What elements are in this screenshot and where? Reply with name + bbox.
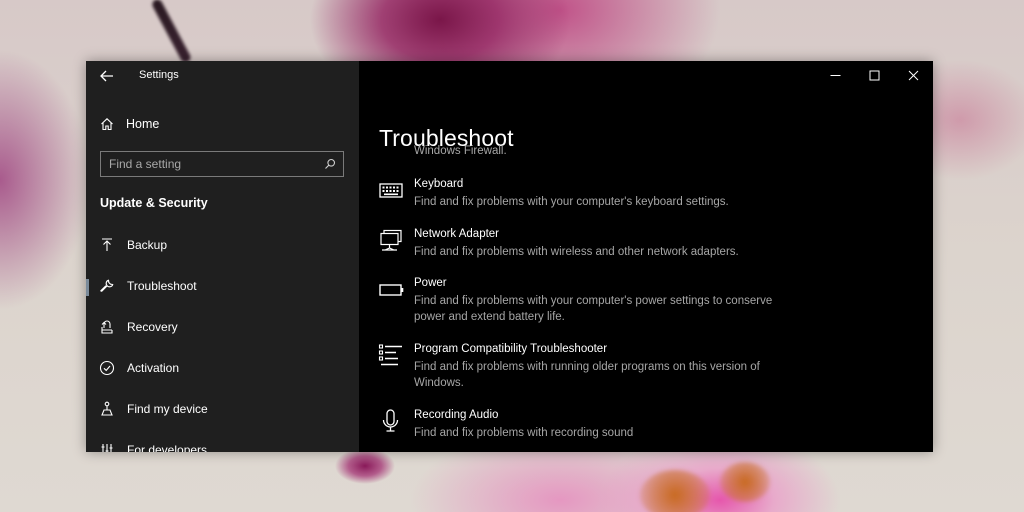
sidebar-nav: Backup Troubleshoot Recovery Activation … (86, 225, 359, 452)
sidebar-item-troubleshoot[interactable]: Troubleshoot (86, 266, 359, 307)
sidebar-item-for-developers[interactable]: For developers (86, 430, 359, 452)
close-button[interactable] (894, 61, 933, 91)
troubleshooter-description: Find and fix problems with your computer… (414, 196, 729, 208)
window-title: Settings (139, 69, 179, 81)
sidebar-item-label: Troubleshoot (127, 279, 197, 293)
sidebar-item-backup[interactable]: Backup (86, 225, 359, 266)
back-arrow-icon (100, 70, 113, 82)
sidebar-item-activation[interactable]: Activation (86, 348, 359, 389)
troubleshooter-recording-audio[interactable]: Recording Audio Find and fix problems wi… (359, 406, 933, 452)
troubleshooter-name: Program Compatibility Troubleshooter (414, 343, 608, 355)
troubleshooter-power[interactable]: Power Find and fix problems with your co… (359, 274, 933, 336)
minimize-icon (830, 75, 841, 76)
title-bar: Settings (86, 61, 359, 91)
recovery-icon (101, 320, 113, 334)
sidebar-item-label: Find my device (127, 402, 208, 416)
maximize-icon (869, 70, 880, 81)
troubleshooter-program-compatibility[interactable]: Program Compatibility Troubleshooter Fin… (359, 340, 933, 402)
section-title: Update & Security (100, 196, 208, 210)
search-icon[interactable] (324, 158, 336, 170)
sidebar-item-label: Recovery (127, 320, 178, 334)
settings-window: Settings Home Update & Security Backup (86, 61, 933, 452)
troubleshooter-description: Find and fix problems with recording sou… (414, 427, 634, 439)
find-device-icon (101, 401, 113, 416)
close-icon (908, 70, 919, 81)
home-label: Home (126, 117, 160, 131)
search-box[interactable] (100, 151, 344, 177)
backup-arrow-up-icon (102, 238, 112, 251)
network-adapter-icon (380, 229, 402, 251)
troubleshooter-keyboard[interactable]: Keyboard Find and fix problems with your… (359, 175, 933, 221)
troubleshooter-network-adapter[interactable]: Network Adapter Find and fix problems wi… (359, 225, 933, 271)
wallpaper-branch (150, 0, 193, 65)
battery-icon (379, 284, 404, 296)
window-controls (816, 61, 933, 91)
developer-tools-icon (101, 444, 113, 452)
wallpaper-flower-center (720, 462, 770, 502)
keyboard-icon (379, 183, 403, 198)
troubleshooter-description: Find and fix problems with your computer… (414, 295, 773, 323)
sidebar-item-label: Activation (127, 361, 180, 375)
home-link[interactable]: Home (100, 117, 159, 131)
sidebar-item-label: Backup (127, 238, 168, 252)
troubleshooter-name: Power (414, 277, 447, 289)
program-list-icon (378, 344, 402, 366)
check-circle-icon (99, 360, 115, 376)
wrench-icon (100, 279, 114, 292)
search-input[interactable] (109, 156, 309, 172)
previous-item-description: Windows Firewall. (414, 145, 507, 157)
troubleshooter-description: Find and fix problems with wireless and … (414, 245, 739, 258)
sidebar-item-recovery[interactable]: Recovery (86, 307, 359, 348)
home-icon (101, 118, 113, 131)
wallpaper-flower-center (640, 470, 710, 512)
microphone-icon (382, 409, 399, 432)
troubleshooter-name: Keyboard (414, 178, 464, 190)
main-content: Troubleshoot Windows Firewall. Keyboard … (359, 61, 933, 452)
sidebar: Settings Home Update & Security Backup (86, 61, 359, 452)
troubleshooter-name: Network Adapter (414, 227, 500, 240)
back-button[interactable] (96, 67, 118, 85)
maximize-button[interactable] (855, 61, 894, 91)
sidebar-item-label: For developers (127, 443, 208, 452)
troubleshooter-description: Find and fix problems with running older… (414, 361, 760, 389)
troubleshooter-name: Recording Audio (414, 409, 499, 421)
sidebar-item-find-my-device[interactable]: Find my device (86, 389, 359, 430)
minimize-button[interactable] (816, 61, 855, 91)
